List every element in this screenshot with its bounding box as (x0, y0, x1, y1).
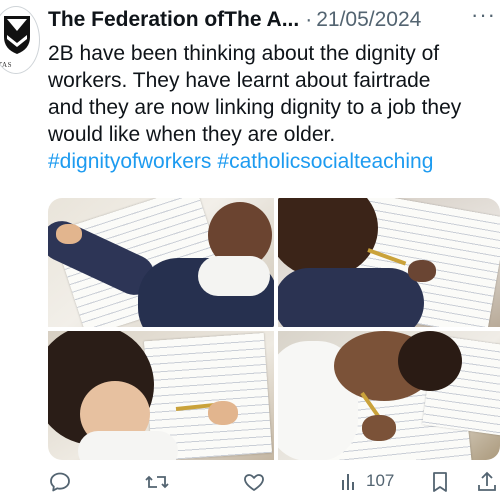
reply-icon (50, 472, 70, 492)
more-options-icon[interactable]: ··· (471, 2, 496, 28)
hashtag-link[interactable]: #dignityofworkers (48, 150, 211, 173)
photo-child-writing-3[interactable] (48, 331, 274, 460)
tweet-header: The Federation ofThe A... · 21/05/2024 (48, 6, 500, 34)
views-icon (342, 474, 354, 490)
media-grid (48, 198, 500, 460)
jumper-shape (278, 268, 424, 327)
retweet-button[interactable] (144, 470, 170, 494)
views-count: 107 (366, 471, 395, 490)
child-hand (56, 224, 82, 244)
header-separator: · (305, 8, 313, 31)
photo-child-writing-2[interactable] (278, 198, 500, 327)
views-button[interactable]: 107 (340, 470, 394, 492)
like-button[interactable] (242, 470, 266, 494)
action-bar: 107 (48, 466, 500, 496)
collar-shape (198, 256, 270, 296)
tweet-date[interactable]: 21/05/2024 (316, 8, 421, 32)
like-icon (244, 474, 264, 491)
bookmark-button[interactable] (430, 470, 450, 494)
child-hair (398, 331, 462, 391)
avatar[interactable]: ITAS (0, 6, 40, 74)
bookmark-icon (433, 472, 447, 492)
child-hand (208, 401, 238, 425)
author-name[interactable]: The Federation ofThe A... (48, 8, 299, 32)
photo-child-writing-4[interactable] (278, 331, 500, 460)
shirt-shape (78, 431, 178, 460)
reply-button[interactable] (48, 470, 72, 494)
avatar-motto: ITAS (0, 61, 12, 69)
child-hand (408, 260, 436, 282)
shield-logo-icon (4, 16, 30, 54)
tweet-text: 2B have been thinking about the dignity … (48, 42, 462, 146)
share-icon (478, 471, 496, 491)
retweet-icon (145, 475, 169, 489)
hashtag-row: #dignityofworkers #catholicsocialteaching (48, 148, 500, 175)
photo-child-writing-1[interactable] (48, 198, 274, 327)
share-button[interactable] (476, 470, 498, 494)
child-hand (362, 415, 396, 441)
hashtag-link[interactable]: #catholicsocialteaching (217, 150, 433, 173)
